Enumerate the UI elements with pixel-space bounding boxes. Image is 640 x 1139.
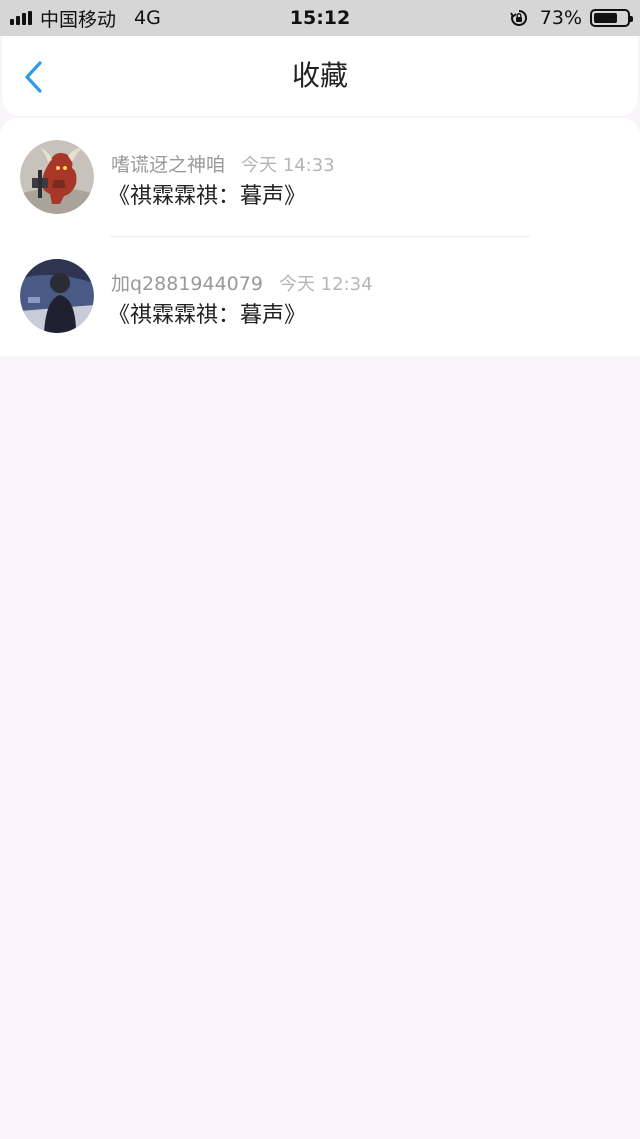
favorite-user[interactable]: 嗜谎迓之神咱 (111, 154, 225, 176)
list-item[interactable]: 加q2881944079 今天 12:34 《祺霖霖祺：暮声》 (0, 237, 640, 356)
status-right: 73% (509, 0, 633, 36)
battery-fill (594, 13, 618, 23)
battery-percent: 73% (539, 7, 582, 29)
avatar-warrior-icon (20, 140, 94, 214)
avatar-person-photo-icon (20, 259, 94, 333)
avatar[interactable] (20, 259, 94, 333)
status-bar: 中国移动 4G 15:12 73% (0, 0, 640, 36)
battery-icon (590, 9, 633, 27)
list-item[interactable]: 嗜谎迓之神咱 今天 14:33 《祺霖霖祺：暮声》 (0, 118, 640, 237)
favorite-user[interactable]: 加q2881944079 (111, 273, 263, 295)
favorite-meta: 嗜谎迓之神咱 今天 14:33 (111, 150, 335, 177)
favorite-meta: 加q2881944079 今天 12:34 (111, 269, 373, 296)
favorite-time: 今天 12:34 (278, 274, 373, 295)
divider (110, 236, 530, 237)
rotation-lock-icon (509, 9, 528, 27)
favorite-title[interactable]: 《祺霖霖祺：暮声》 (108, 178, 306, 210)
page-title: 收藏 (291, 59, 348, 92)
nav-header: 收藏 (2, 36, 638, 116)
avatar[interactable] (20, 140, 94, 214)
favorite-title[interactable]: 《祺霖霖祺：暮声》 (108, 297, 306, 329)
favorites-list: 嗜谎迓之神咱 今天 14:33 《祺霖霖祺：暮声》 加q2881944079 今天 … (0, 118, 640, 356)
battery-tip (630, 16, 633, 22)
favorite-time: 今天 14:33 (241, 155, 335, 176)
